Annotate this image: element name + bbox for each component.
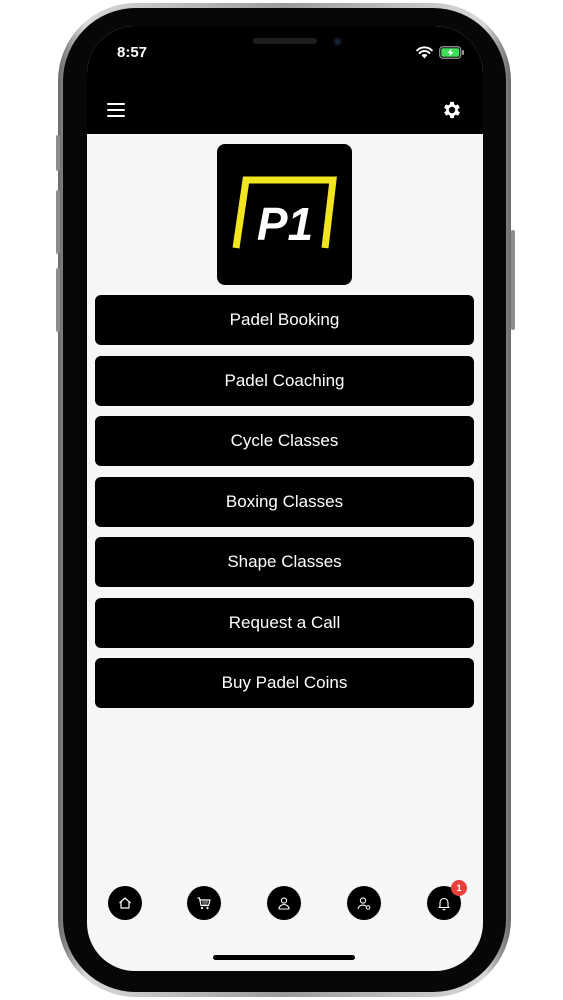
boxing-classes-button[interactable]: Boxing Classes [95, 476, 474, 527]
buy-padel-coins-button[interactable]: Buy Padel Coins [95, 658, 474, 708]
bottom-nav: 1 [87, 880, 483, 926]
bell-icon [438, 897, 450, 911]
status-icons [416, 46, 465, 59]
status-time: 8:57 [117, 44, 148, 61]
hamburger-icon[interactable] [107, 103, 125, 117]
request-a-call-button[interactable]: Request a Call [95, 597, 474, 648]
nav-profile-button[interactable] [267, 886, 301, 920]
speaker-grille [253, 38, 317, 44]
home-indicator[interactable] [213, 955, 355, 960]
nav-cart-button[interactable] [187, 886, 221, 920]
side-button-silent [56, 135, 60, 171]
battery-charging-icon [439, 46, 464, 59]
padel-coaching-button[interactable]: Padel Coaching [95, 355, 474, 406]
user-settings-icon [357, 897, 371, 910]
user-icon [278, 897, 290, 910]
notch [173, 26, 395, 64]
home-icon [119, 897, 131, 909]
shape-classes-button[interactable]: Shape Classes [95, 537, 474, 587]
nav-home-button[interactable] [108, 886, 142, 920]
side-button-volume-down [56, 268, 60, 332]
side-button-power [511, 230, 515, 330]
front-camera [333, 37, 342, 46]
logo-text: P1 [257, 198, 313, 250]
wifi-icon [416, 46, 433, 59]
padel-booking-button[interactable]: Padel Booking [95, 295, 474, 345]
gear-icon[interactable] [441, 99, 463, 121]
cycle-classes-button[interactable]: Cycle Classes [95, 416, 474, 466]
app-header [87, 86, 483, 134]
nav-notifications-button[interactable]: 1 [427, 880, 467, 920]
nav-account-settings-button[interactable] [347, 886, 381, 920]
cart-icon [197, 897, 211, 910]
notification-badge: 1 [451, 880, 467, 896]
app-logo: P1 [217, 144, 352, 285]
app-screen: 8:57 P1 Padel Booking Padel Coaching Cyc… [87, 26, 483, 971]
p1-logo-mark: P1 [232, 176, 337, 250]
top-bar: 8:57 [87, 26, 483, 134]
side-button-volume-up [56, 190, 60, 254]
main-menu: Padel Booking Padel Coaching Cycle Class… [95, 295, 474, 719]
